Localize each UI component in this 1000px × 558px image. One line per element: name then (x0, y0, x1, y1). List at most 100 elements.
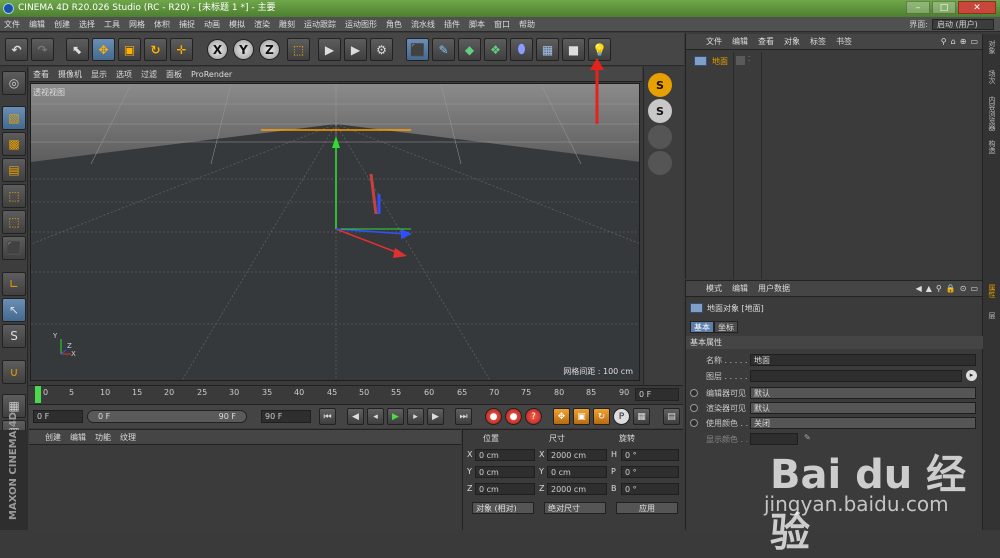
lock-icon[interactable]: 🔒 (946, 284, 956, 293)
display-color-swatch[interactable] (750, 433, 798, 445)
menu-animate[interactable]: 动画 (204, 19, 220, 30)
settings-icon[interactable]: ⊙ (960, 284, 967, 293)
playhead[interactable] (35, 386, 41, 403)
objmgr-menu-tags[interactable]: 标签 (810, 36, 826, 47)
position-key-button[interactable]: ✥ (553, 408, 570, 425)
point-level-key-button[interactable]: ▦ (633, 408, 650, 425)
parameter-key-button[interactable]: P (613, 408, 630, 425)
x-axis-lock-button[interactable]: X (207, 39, 228, 60)
redo-button[interactable]: ↷ (31, 38, 54, 61)
viewport-menu-options[interactable]: 选项 (116, 69, 132, 80)
autokey-button[interactable]: ● (505, 408, 522, 425)
axis-mode-button[interactable]: ∟ (2, 272, 26, 296)
material-menu-edit[interactable]: 编辑 (70, 432, 86, 443)
objmgr-menu-view[interactable]: 查看 (758, 36, 774, 47)
menu-mesh[interactable]: 网格 (129, 19, 145, 30)
scale-key-button[interactable]: ▣ (573, 408, 590, 425)
object-row-floor[interactable]: 地面 ⁚ (688, 55, 980, 67)
model-mode-button[interactable]: ▧ (2, 106, 26, 130)
viewport-menu-cameras[interactable]: 摄像机 (58, 69, 82, 80)
use-color-dropdown[interactable]: 关闭 (750, 417, 976, 429)
layer-picker-icon[interactable]: ▸ (966, 370, 977, 381)
menu-script[interactable]: 脚本 (469, 19, 485, 30)
frame-range-slider[interactable]: 0 F 90 F (87, 410, 247, 423)
render-visible-dropdown[interactable]: 默认 (750, 402, 976, 414)
undo-button[interactable]: ↶ (5, 38, 28, 61)
menu-select[interactable]: 选择 (79, 19, 95, 30)
coordinate-system-button[interactable]: ⬚ (287, 38, 310, 61)
filter-icon[interactable]: ⊕ (960, 37, 967, 46)
camera-object-button[interactable]: ■ (562, 38, 585, 61)
deformer-button[interactable]: ⬮ (510, 38, 533, 61)
go-to-start-button[interactable]: ⏮ (319, 408, 336, 425)
move-tool-button[interactable]: ✥ (92, 38, 115, 61)
objmgr-menu-edit[interactable]: 编辑 (732, 36, 748, 47)
menu-render[interactable]: 渲染 (254, 19, 270, 30)
material-menu-texture[interactable]: 纹理 (120, 432, 136, 443)
end-frame-field[interactable]: 90 F (261, 410, 311, 423)
y-axis-lock-button[interactable]: Y (233, 39, 254, 60)
layout-dropdown[interactable]: 启动 (用户) (932, 19, 994, 30)
new-window-icon[interactable]: ▭ (970, 37, 978, 46)
snap-settings-icon[interactable]: S (648, 99, 672, 123)
quantize-icon[interactable] (648, 125, 672, 149)
record-keys-button[interactable]: ● (485, 408, 502, 425)
side-tab-layers[interactable]: 层 (987, 312, 997, 319)
render-picture-viewer-button[interactable]: ▶ (344, 38, 367, 61)
menu-window[interactable]: 窗口 (494, 19, 510, 30)
next-frame-button[interactable]: ▸ (407, 408, 424, 425)
viewport-menu-display[interactable]: 显示 (91, 69, 107, 80)
material-menu-function[interactable]: 功能 (95, 432, 111, 443)
subdivision-surface-button[interactable]: ◆ (458, 38, 481, 61)
color-picker-icon[interactable]: ✎ (804, 433, 811, 442)
position-y-field[interactable]: 0 cm (475, 466, 535, 478)
rotate-tool-button[interactable]: ↻ (144, 38, 167, 61)
tab-basic[interactable]: 基本 (690, 321, 714, 333)
render-settings-button[interactable]: ⚙ (370, 38, 393, 61)
size-z-field[interactable]: 2000 cm (547, 483, 607, 495)
recent-tool-button[interactable]: ✛ (170, 38, 193, 61)
home-icon[interactable]: ⌂ (951, 37, 956, 46)
objmgr-menu-file[interactable]: 文件 (706, 36, 722, 47)
visibility-dots-icon[interactable]: ⁚ (748, 55, 750, 63)
rotation-b-field[interactable]: 0 ° (621, 483, 679, 495)
play-forward-button[interactable]: ▶ (387, 408, 404, 425)
menu-file[interactable]: 文件 (4, 19, 20, 30)
objmgr-menu-objects[interactable]: 对象 (784, 36, 800, 47)
name-field[interactable]: 地面 (750, 354, 976, 366)
viewport-menu-filter[interactable]: 过滤 (141, 69, 157, 80)
make-editable-button[interactable]: ◎ (2, 71, 26, 95)
workplane-icon[interactable] (648, 151, 672, 175)
size-y-field[interactable]: 0 cm (547, 466, 607, 478)
tab-coordinates[interactable]: 坐标 (714, 321, 738, 333)
menu-pipeline[interactable]: 流水线 (411, 19, 435, 30)
enable-snap-button[interactable]: ∪ (2, 360, 26, 384)
new-window-icon[interactable]: ▭ (970, 284, 978, 293)
menu-create[interactable]: 创建 (54, 19, 70, 30)
keyframe-selection-button[interactable]: ? (525, 408, 542, 425)
menu-help[interactable]: 帮助 (519, 19, 535, 30)
current-frame-field[interactable]: 0 F (635, 388, 679, 401)
next-key-button[interactable]: ▶ (427, 408, 444, 425)
spline-pen-button[interactable]: ✎ (432, 38, 455, 61)
timeline-window-button[interactable]: ▤ (663, 408, 680, 425)
animate-radio[interactable] (690, 404, 698, 412)
perspective-viewport[interactable]: 透视视图 Y X Z 网格间距 : 100 cm (30, 83, 640, 381)
snap-button[interactable]: S (2, 324, 26, 348)
previous-frame-button[interactable]: ◂ (367, 408, 384, 425)
animate-radio[interactable] (690, 419, 698, 427)
minimize-button[interactable]: – (906, 1, 930, 14)
editor-visible-dropdown[interactable]: 默认 (750, 387, 976, 399)
up-arrow-icon[interactable]: ▲ (926, 284, 932, 293)
search-icon[interactable]: ⚲ (936, 284, 942, 293)
live-selection-button[interactable]: ⬉ (66, 38, 89, 61)
render-view-button[interactable]: ▶ (318, 38, 341, 61)
attr-menu-edit[interactable]: 编辑 (732, 283, 748, 294)
back-arrow-icon[interactable]: ◀ (916, 284, 922, 293)
viewport-menu-view[interactable]: 查看 (33, 69, 49, 80)
size-mode-dropdown[interactable]: 绝对尺寸 (544, 502, 606, 514)
menu-motion-tracking[interactable]: 运动跟踪 (304, 19, 336, 30)
menu-character[interactable]: 角色 (386, 19, 402, 30)
viewport-menu-panel[interactable]: 面板 (166, 69, 182, 80)
close-button[interactable]: ✕ (958, 1, 996, 14)
